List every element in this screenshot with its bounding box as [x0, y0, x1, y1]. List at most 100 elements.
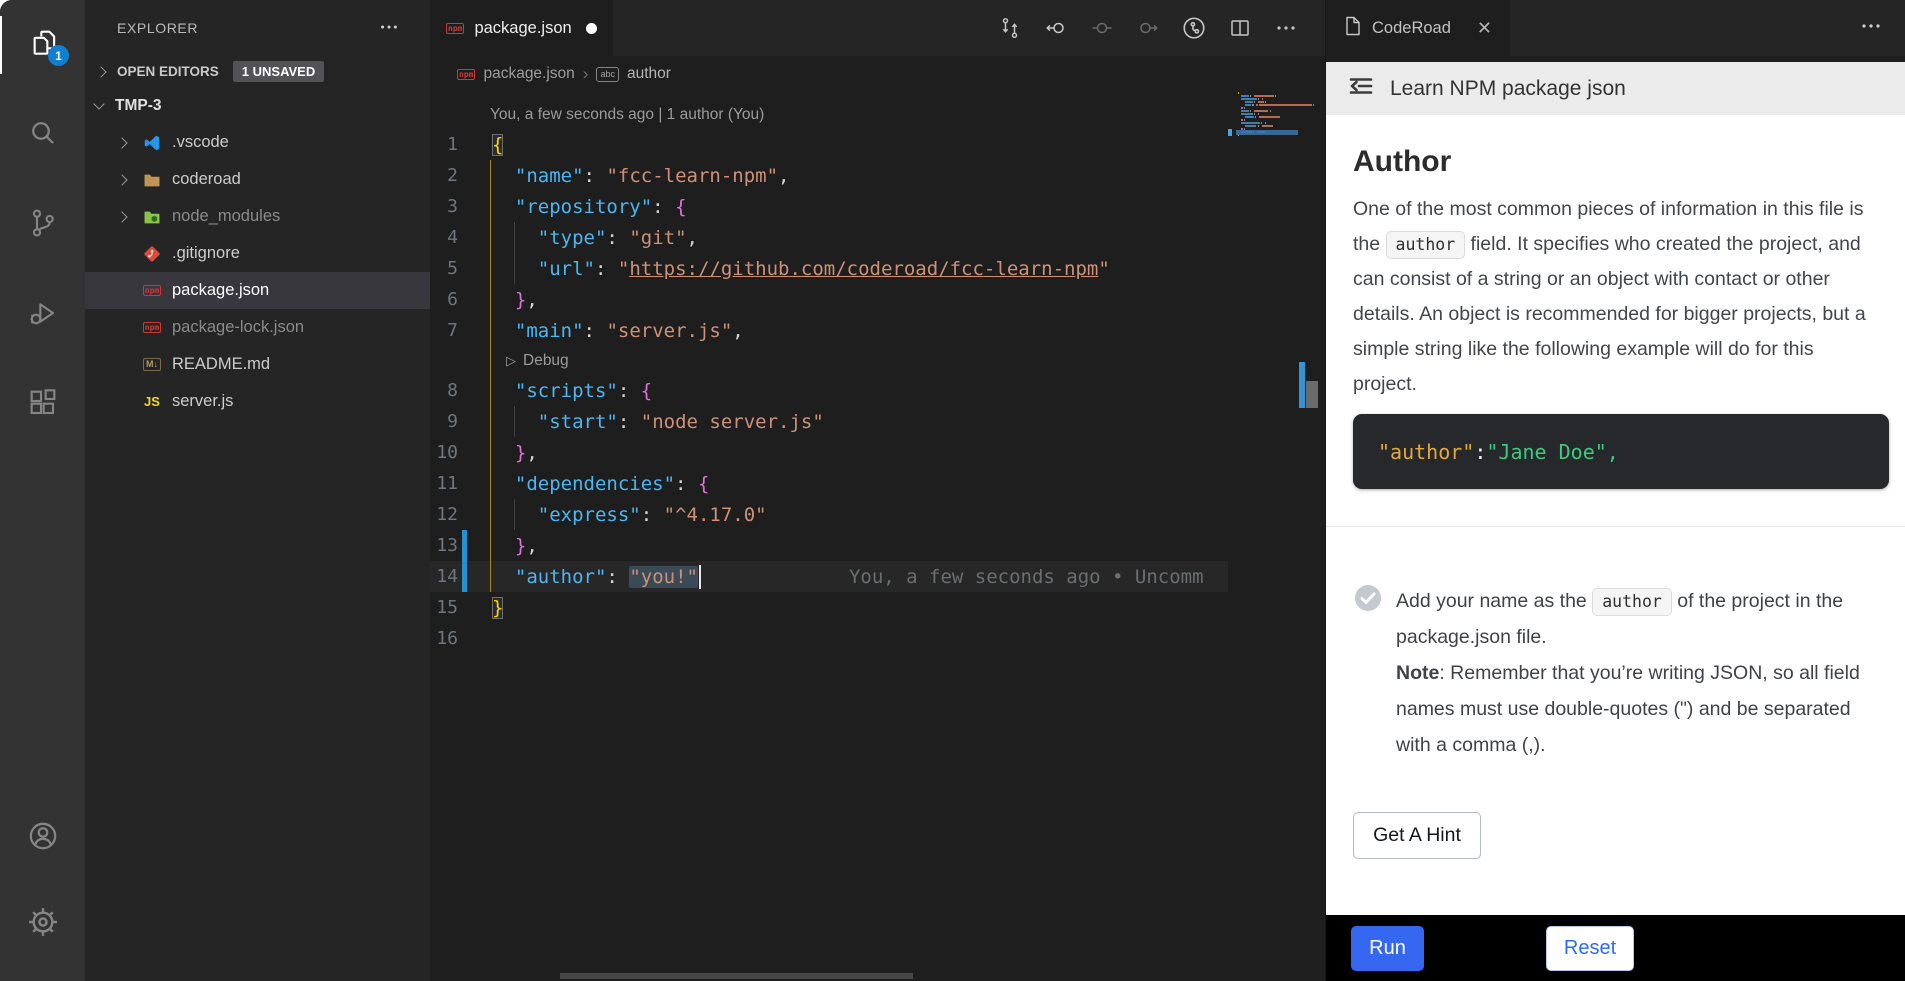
- code-line-15[interactable]: 15}: [430, 592, 1228, 623]
- tab-package-json[interactable]: npm package.json: [430, 0, 613, 56]
- file-row-package-lock.json[interactable]: npmpackage-lock.json: [85, 309, 430, 346]
- previous-change-icon[interactable]: [1033, 0, 1079, 56]
- activity-bar: 1: [0, 0, 85, 981]
- explorer-badge: 1: [48, 45, 69, 66]
- minimap[interactable]: [1228, 92, 1298, 182]
- file-row-package.json[interactable]: npmpackage.json: [85, 272, 430, 309]
- code-line-5[interactable]: 5 "url": "https://github.com/coderoad/fc…: [430, 253, 1228, 284]
- timeline-icon[interactable]: [1171, 0, 1217, 56]
- js-icon: JS: [140, 392, 164, 412]
- activity-extensions[interactable]: [0, 376, 85, 434]
- run-button[interactable]: Run: [1351, 926, 1424, 971]
- coderoad-action-bar: Run Reset: [1326, 915, 1905, 981]
- code-line-12[interactable]: 12 "express": "^4.17.0": [430, 499, 1228, 530]
- codelens[interactable]: ▷Debug: [430, 346, 1228, 375]
- inline-code-chip: author: [1386, 231, 1466, 259]
- modified-gutter-marker: [462, 561, 467, 592]
- file-row-coderoad[interactable]: coderoad: [85, 161, 430, 198]
- split-editor-icon[interactable]: [1217, 0, 1263, 56]
- code-editor[interactable]: You, a few seconds ago | 1 author (You)1…: [430, 100, 1228, 654]
- file-label: node_modules: [172, 207, 280, 226]
- code-line-9[interactable]: 9 "start": "node server.js": [430, 406, 1228, 437]
- code-line-2[interactable]: 2 "name": "fcc-learn-npm",: [430, 160, 1228, 191]
- line-number: 13: [430, 535, 458, 556]
- next-change-icon[interactable]: [1125, 0, 1171, 56]
- coderoad-panel: CodeRoad ✕ Learn NPM package json Author…: [1325, 0, 1905, 981]
- code-line-8[interactable]: 8 "scripts": {: [430, 375, 1228, 406]
- account-icon: [26, 819, 60, 858]
- file-label: .vscode: [172, 133, 229, 152]
- npm-icon: npm: [140, 281, 164, 301]
- indent-guide: [514, 406, 515, 437]
- file-row-server.js[interactable]: JSserver.js: [85, 383, 430, 420]
- unsaved-badge: 1 UNSAVED: [233, 61, 324, 82]
- file-label: .gitignore: [172, 244, 240, 263]
- sidebar-more-actions-icon[interactable]: [378, 16, 400, 43]
- code-line-11[interactable]: 11 "dependencies": {: [430, 468, 1228, 499]
- activity-run-debug[interactable]: [0, 286, 85, 344]
- code-line-3[interactable]: 3 "repository": {: [430, 191, 1228, 222]
- symbol-string-icon: abc: [596, 67, 619, 82]
- minimap-current-line: [1236, 130, 1298, 135]
- code-line-13[interactable]: 13 },: [430, 530, 1228, 561]
- task-check-icon: [1353, 583, 1383, 618]
- tutorial-header: Learn NPM package json: [1326, 62, 1905, 115]
- minimap-modified-tick: [1228, 129, 1232, 136]
- codelens[interactable]: You, a few seconds ago | 1 author (You): [430, 100, 1228, 129]
- vertical-scrollbar-slider[interactable]: [1306, 381, 1318, 408]
- code-line-1[interactable]: 1{: [430, 129, 1228, 160]
- file-row-node_modules[interactable]: node_modules: [85, 198, 430, 235]
- code-line-7[interactable]: 7 "main": "server.js",: [430, 315, 1228, 346]
- file-row-.vscode[interactable]: .vscode: [85, 124, 430, 161]
- vscode-window: 1: [0, 0, 1905, 981]
- activity-settings[interactable]: [0, 895, 85, 953]
- menu-collapse-icon[interactable]: [1346, 71, 1376, 106]
- activity-explorer[interactable]: 1: [0, 16, 85, 74]
- unsaved-dot-icon: [586, 23, 597, 34]
- activity-accounts[interactable]: [0, 809, 85, 867]
- breadcrumb-file[interactable]: package.json: [483, 65, 574, 83]
- breadcrumb-symbol[interactable]: author: [627, 65, 671, 83]
- open-editors-section[interactable]: OPEN EDITORS 1 UNSAVED: [85, 56, 430, 87]
- current-change-icon[interactable]: [1079, 0, 1125, 56]
- code-line-6[interactable]: 6 },: [430, 284, 1228, 315]
- chevron-right-icon: [116, 137, 127, 148]
- editor-actions: [987, 0, 1325, 56]
- explorer-sidebar: EXPLORER OPEN EDITORS 1 UNSAVED TMP-3 .v…: [85, 0, 430, 981]
- editor-tab-bar: npm package.json: [430, 0, 1325, 56]
- activity-bar-bottom: [0, 809, 85, 981]
- code-line-14[interactable]: 14 "author": "you!"You, a few seconds ag…: [430, 561, 1228, 592]
- reset-button[interactable]: Reset: [1546, 926, 1634, 971]
- code-line-16[interactable]: 16: [430, 623, 1228, 654]
- file-row-.gitignore[interactable]: .gitignore: [85, 235, 430, 272]
- text-cursor: [699, 565, 701, 589]
- file-icon: [1344, 16, 1362, 41]
- line-number: 8: [430, 380, 458, 401]
- close-icon[interactable]: ✕: [1477, 18, 1492, 39]
- coderoad-tab-bar: CodeRoad ✕: [1326, 0, 1905, 56]
- line-number: 12: [430, 504, 458, 525]
- open-editors-label: OPEN EDITORS: [117, 64, 219, 79]
- markdown-icon: M↓: [140, 355, 164, 375]
- line-number: 4: [430, 227, 458, 248]
- line-number: 14: [430, 566, 458, 587]
- line-number: 11: [430, 473, 458, 494]
- more-actions-icon[interactable]: [1263, 0, 1309, 56]
- npm-file-icon: npm: [446, 23, 464, 34]
- line-number: 3: [430, 196, 458, 217]
- folder-icon: [140, 170, 164, 190]
- code-line-4[interactable]: 4 "type": "git",: [430, 222, 1228, 253]
- task-text: Add your name as the author of the proje…: [1396, 583, 1868, 763]
- file-row-README.md[interactable]: M↓README.md: [85, 346, 430, 383]
- horizontal-scrollbar-slider[interactable]: [560, 973, 913, 979]
- tab-coderoad[interactable]: CodeRoad ✕: [1326, 0, 1510, 56]
- get-a-hint-button[interactable]: Get A Hint: [1353, 812, 1481, 859]
- activity-source-control[interactable]: [0, 196, 85, 254]
- compare-changes-icon[interactable]: [987, 0, 1033, 56]
- editor-group: npm package.json: [430, 0, 1325, 981]
- project-root-folder[interactable]: TMP-3: [85, 87, 430, 124]
- activity-search[interactable]: [0, 106, 85, 164]
- indent-guide: [514, 222, 515, 284]
- code-line-10[interactable]: 10 },: [430, 437, 1228, 468]
- more-actions-icon[interactable]: [1859, 14, 1905, 43]
